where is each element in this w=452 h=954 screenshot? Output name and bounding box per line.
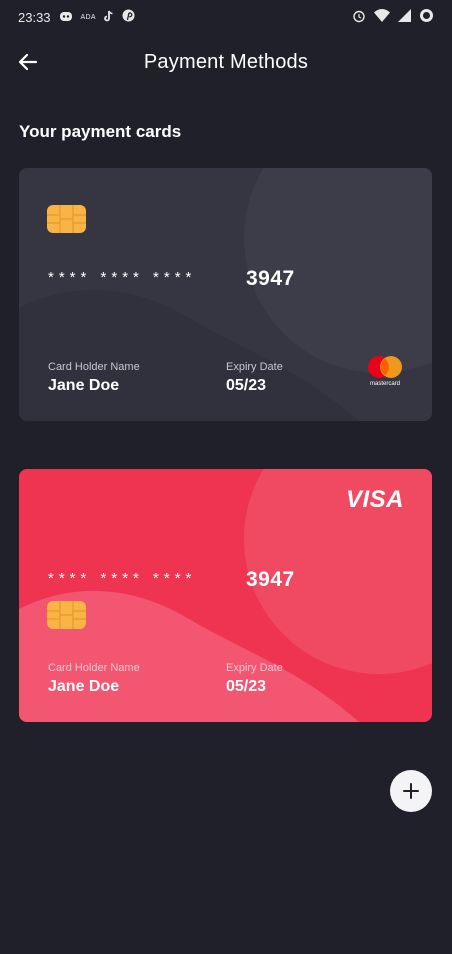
card-masked-number: **** **** ****: [48, 269, 197, 286]
page-title: Payment Methods: [143, 50, 309, 73]
add-card-button[interactable]: [390, 770, 432, 812]
status-bar: 23:33 ADA: [0, 0, 452, 34]
card-masked-number: **** **** ****: [48, 570, 197, 587]
card-expiry-label: Expiry Date: [226, 361, 283, 373]
status-left: 23:33 ADA: [18, 9, 135, 25]
card-holder-name: Jane Doe: [48, 377, 120, 394]
card-holder-label: Card Holder Name: [48, 361, 140, 373]
card-chip-icon: [47, 205, 86, 233]
section-title: Your payment cards: [19, 122, 182, 141]
wifi-icon: [374, 9, 390, 25]
status-right: [352, 8, 434, 26]
ada-icon: ADA: [80, 13, 96, 21]
card-chip-icon: [47, 601, 86, 629]
card-last-digits: 3947: [246, 267, 295, 290]
discord-icon: [59, 10, 73, 25]
alarm-icon: [352, 9, 366, 26]
card-expiry-value: 05/23: [226, 377, 267, 394]
card-expiry-value: 05/23: [226, 678, 267, 695]
card-holder-name: Jane Doe: [48, 678, 120, 695]
status-time: 23:33: [18, 9, 51, 25]
app-bar: Payment Methods: [0, 40, 452, 84]
signal-icon: [398, 9, 411, 25]
payment-card-visa[interactable]: VISA **** **** **** 3947 Card Holder Nam…: [19, 469, 432, 722]
payment-card-mastercard[interactable]: **** **** **** 3947 Card Holder Name Jan…: [19, 168, 432, 421]
tiktok-icon: [103, 10, 114, 25]
card-expiry-label: Expiry Date: [226, 662, 283, 674]
card-last-digits: 3947: [246, 568, 295, 591]
battery-icon: [419, 8, 434, 26]
pinterest-icon: [122, 9, 135, 25]
mastercard-wordmark: mastercard: [369, 381, 400, 387]
card-holder-label: Card Holder Name: [48, 662, 140, 674]
plus-icon: [403, 783, 419, 799]
visa-logo-icon: VISA: [345, 486, 404, 513]
